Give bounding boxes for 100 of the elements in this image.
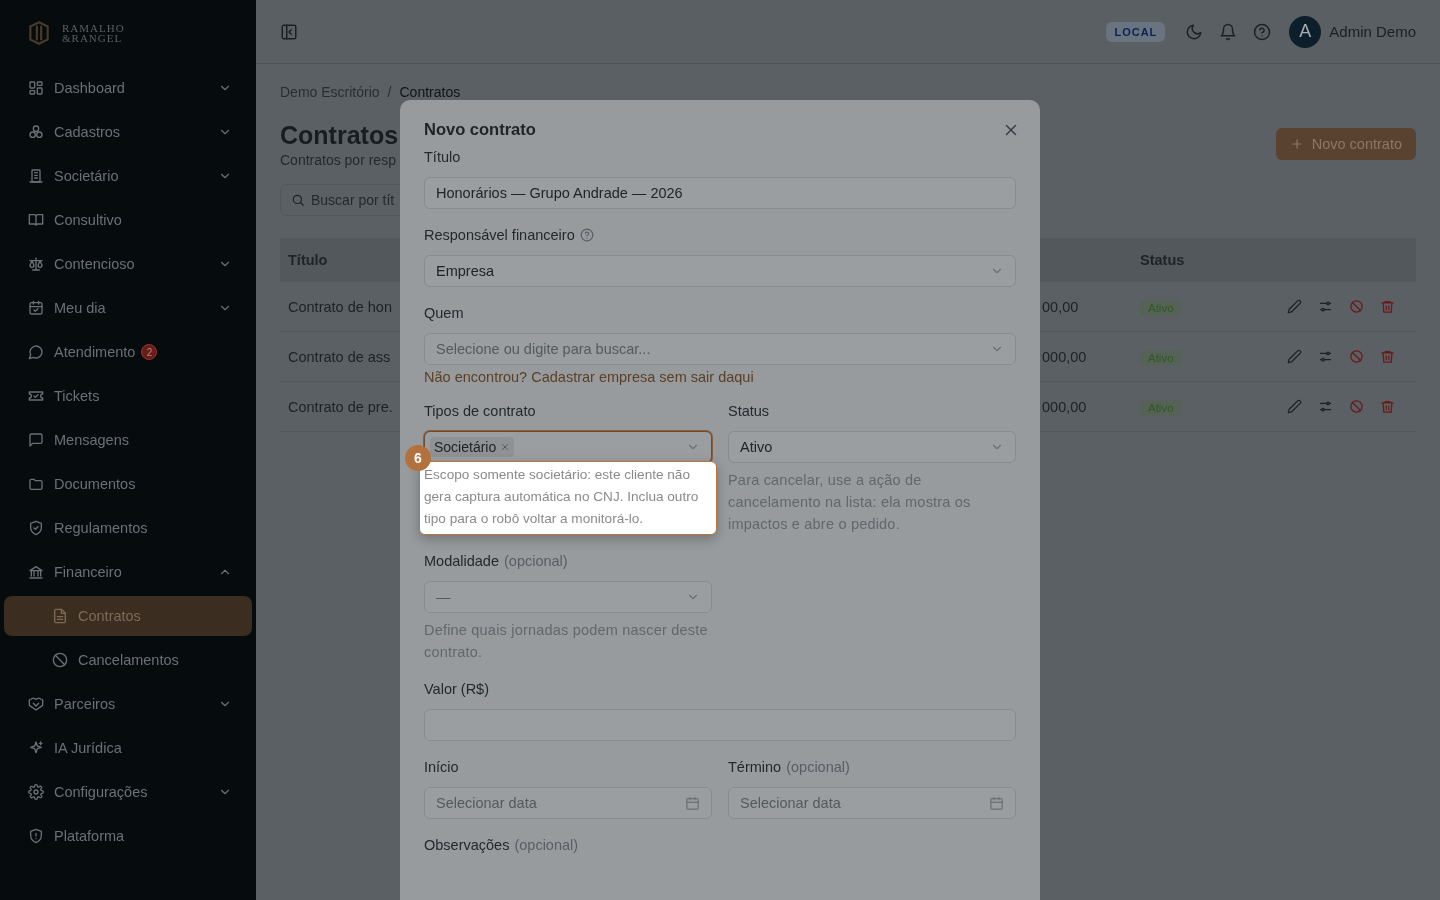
sidebar-item[interactable]: Plataforma — [4, 816, 252, 856]
bell-icon — [1219, 22, 1238, 41]
dialog-title: Novo contrato — [424, 120, 536, 139]
ban-icon — [1349, 399, 1364, 414]
panel-left-icon — [280, 22, 298, 41]
pencil-icon — [1287, 349, 1302, 364]
table-cell-text: Contrato de hon — [287, 298, 393, 315]
multi-select-field[interactable]: Societário — [424, 431, 712, 463]
sidebar-item[interactable]: Financeiro — [4, 552, 252, 592]
optional-note: (opcional) — [786, 759, 850, 775]
ban-icon — [1349, 299, 1364, 314]
select-field[interactable]: Selecione ou digite para buscar... — [424, 333, 1016, 365]
sidebar-item[interactable]: Dashboard — [4, 68, 252, 108]
building-icon — [28, 168, 44, 184]
select-field[interactable]: — — [424, 581, 712, 613]
help-icon — [1253, 22, 1272, 41]
status-tag: Ativo — [1140, 349, 1182, 366]
link[interactable]: Não encontrou? Cadastrar empresa sem sair daqui — [424, 369, 1016, 385]
message-icon — [28, 432, 44, 448]
breadcrumb-item: Contratos — [399, 84, 461, 100]
sidebar-item[interactable]: Regulamentos — [4, 508, 252, 548]
chat-bubble-icon — [28, 344, 44, 360]
sidebar-item[interactable]: Parceiros — [4, 684, 252, 724]
field-label: Observações — [424, 837, 510, 853]
moon-icon — [1185, 22, 1204, 41]
status-tag: Ativo — [1140, 399, 1182, 416]
table-cell-text: 000,00 — [1041, 348, 1088, 365]
table-cell-text: Contrato de pre. — [287, 398, 394, 415]
page-title: Contratos — [280, 120, 399, 150]
plus-icon — [1289, 137, 1304, 151]
breadcrumb-separator: / — [387, 84, 392, 100]
page-subtitle: Contratos por resp — [280, 152, 397, 168]
text-field[interactable]: Honorários — Grupo Andrade — 2026 — [424, 177, 1016, 209]
sidebar-item[interactable]: IA Jurídica — [4, 728, 252, 768]
select-field[interactable]: Ativo — [728, 431, 1016, 463]
book-icon — [28, 212, 44, 228]
field-label: Modalidade — [424, 553, 499, 569]
field-label: Término — [728, 759, 782, 775]
sliders-icon — [1318, 399, 1333, 414]
field-label: Título — [424, 149, 461, 165]
selected-chip: Societário — [430, 437, 515, 457]
environment-badge: LOCAL — [1106, 21, 1166, 42]
ticket-icon — [28, 388, 44, 404]
field-label: Quem — [424, 305, 464, 321]
avatar: A — [1289, 15, 1322, 48]
sliders-icon — [1318, 299, 1333, 314]
sidebar-item[interactable]: Documentos — [4, 464, 252, 504]
field-label: Status — [728, 403, 770, 419]
table-cell-text: 000,00 — [1041, 398, 1088, 415]
field-label: Início — [424, 759, 459, 775]
sidebar-subitem[interactable]: Contratos — [4, 596, 252, 636]
sidebar-item[interactable]: Tickets — [4, 376, 252, 416]
step-badge: 6 — [405, 445, 431, 471]
calendar-icon — [685, 795, 700, 811]
document-icon — [52, 608, 68, 624]
sidebar-item[interactable]: Consultivo — [4, 200, 252, 240]
pencil-icon — [1287, 299, 1302, 314]
trash-icon — [1380, 349, 1395, 364]
table-cell-text: 00,00 — [1041, 298, 1080, 315]
status-tag: Ativo — [1140, 299, 1182, 316]
field-label: Tipos de contrato — [424, 403, 536, 419]
settings-icon — [28, 784, 44, 800]
sidebar-item[interactable]: Meu dia — [4, 288, 252, 328]
field-label: Responsável financeiro — [424, 227, 575, 243]
boxes-icon — [28, 124, 44, 140]
sidebar-item[interactable]: Configurações — [4, 772, 252, 812]
field-label: Valor (R$) — [424, 681, 489, 697]
sidebar-item[interactable]: Societário — [4, 156, 252, 196]
logo-text: RAMALHO — [62, 23, 125, 33]
sidebar-item[interactable]: Atendimento 2 — [4, 332, 252, 372]
bank-icon — [28, 564, 44, 580]
sidebar-item[interactable]: Cadastros — [4, 112, 252, 152]
sliders-icon — [1318, 349, 1333, 364]
optional-note: (opcional) — [514, 837, 579, 853]
ban-icon — [52, 652, 68, 668]
logo-text: &RANGEL — [62, 33, 124, 43]
calendar-check-icon — [28, 300, 44, 316]
trash-icon — [1380, 399, 1395, 414]
pencil-icon — [1287, 399, 1302, 414]
folder-icon — [28, 476, 44, 492]
count-badge: 2 — [141, 344, 158, 360]
sidebar-item[interactable]: Mensagens — [4, 420, 252, 460]
calendar-icon — [989, 795, 1004, 811]
optional-note: (opcional) — [504, 553, 568, 569]
date-field[interactable]: Selecionar data — [728, 787, 1016, 819]
shield-alert-icon — [28, 828, 44, 844]
remove-icon — [500, 442, 511, 452]
sparkle-icon — [28, 740, 44, 756]
select-field[interactable]: Empresa — [424, 255, 1016, 287]
shield-check-icon — [28, 520, 44, 536]
ban-icon — [1349, 349, 1364, 364]
trash-icon — [1380, 299, 1395, 314]
table-cell-text: Contrato de ass — [287, 348, 392, 365]
grid-icon — [28, 80, 44, 96]
date-field[interactable]: Selecionar data — [424, 787, 712, 819]
user-menu[interactable]: A Admin Demo — [1289, 15, 1416, 48]
sidebar-item[interactable]: Contencioso — [4, 244, 252, 284]
scale-icon — [28, 256, 44, 272]
sidebar-subitem[interactable]: Cancelamentos — [4, 640, 252, 680]
search-icon — [291, 193, 305, 207]
